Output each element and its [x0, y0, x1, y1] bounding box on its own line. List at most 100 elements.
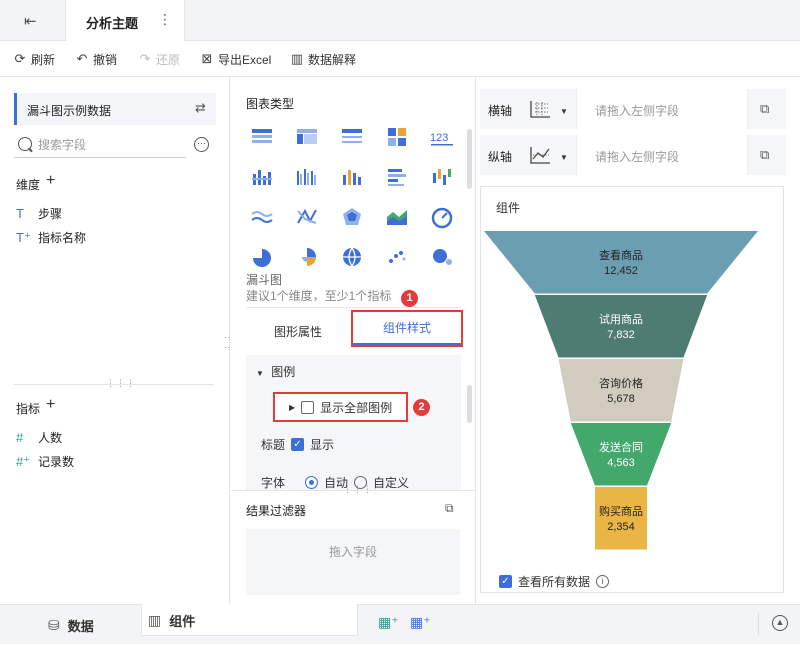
undo-button[interactable]: ↶ 撤销: [75, 50, 117, 68]
add-component-icon[interactable]: ▦⁺: [378, 614, 399, 631]
funnel-segment[interactable]: [595, 487, 647, 550]
tab-analysis-theme[interactable]: 分析主题 ⋮: [65, 0, 185, 41]
chart-type-label: 图表类型: [246, 97, 295, 111]
filter-drop-zone[interactable]: 拖入字段: [246, 529, 460, 595]
dimension-field[interactable]: T⁺ 指标名称: [16, 229, 86, 246]
tab-component-style[interactable]: 组件样式: [353, 312, 461, 345]
collapse-up-icon[interactable]: ▲: [772, 615, 788, 631]
cross-table-icon[interactable]: [295, 125, 319, 149]
funnel-segment[interactable]: [534, 295, 708, 358]
style-settings: ▼ 图例 ▶ 显示全部图例 2 标题 ✓ 显示 字体 自动 自定义: [246, 355, 461, 490]
funnel-segment[interactable]: [558, 359, 684, 422]
component-chart-icon: ▥: [148, 611, 162, 628]
collapse-icon: ▼: [256, 369, 264, 378]
style-scrollbar[interactable]: [467, 385, 472, 423]
detail-table-icon[interactable]: [340, 125, 364, 149]
text-field-icon: T: [16, 206, 24, 221]
refresh-button[interactable]: ⟳ 刷新: [13, 50, 55, 68]
radar-chart-icon[interactable]: [340, 205, 364, 229]
y-axis-icon[interactable]: [528, 145, 552, 165]
table-chart-icon[interactable]: [250, 125, 274, 149]
polyline-chart-icon[interactable]: [295, 205, 319, 229]
search-underline: [14, 157, 186, 158]
show-all-data-checkbox[interactable]: ✓: [499, 575, 512, 588]
config-tabs: 图形属性 组件样式: [246, 307, 463, 349]
show-all-legend-option[interactable]: ▶ 显示全部图例: [273, 392, 408, 422]
x-axis-settings-icon[interactable]: ⧉: [760, 101, 769, 117]
add-dashboard-icon[interactable]: ▦⁺: [410, 614, 431, 631]
area-chart-icon[interactable]: [385, 205, 409, 229]
funnel-segment[interactable]: [570, 423, 672, 486]
title-show-checkbox[interactable]: ✓: [291, 438, 305, 451]
bar-chart-icon[interactable]: [385, 165, 409, 189]
map-chart-icon[interactable]: [340, 245, 364, 269]
scatter-chart-icon[interactable]: [385, 245, 409, 269]
export-excel-button[interactable]: ⊠ 导出Excel: [200, 50, 272, 68]
more-icon[interactable]: ⋮: [158, 11, 172, 28]
search-input[interactable]: [38, 135, 184, 155]
y-axis-drop-zone[interactable]: 请拖入左侧字段: [576, 135, 748, 175]
stacked-bar-icon[interactable]: [250, 165, 274, 189]
measure-title: 指标: [16, 402, 41, 416]
funnel-segment[interactable]: [484, 231, 758, 294]
show-all-data-option[interactable]: ✓ 查看所有数据 i: [499, 573, 610, 590]
x-axis-label: 横轴: [488, 104, 513, 118]
number-card-icon[interactable]: 123: [430, 125, 454, 149]
show-all-legend-checkbox[interactable]: [301, 400, 315, 414]
excel-icon: ⊠: [201, 51, 213, 66]
measure-field[interactable]: #⁺ 记录数: [16, 453, 74, 470]
measure-field[interactable]: # 人数: [16, 429, 62, 446]
gauge-chart-icon[interactable]: [430, 205, 454, 229]
switch-dataset-icon[interactable]: ⇄: [195, 100, 206, 116]
database-icon: ⛁: [48, 616, 60, 633]
calculated-text-field-icon: T⁺: [16, 229, 31, 245]
toolbar: ⟳ 刷新 ↶ 撤销 ↷ 还原 ⊠ 导出Excel ▥ 数据解释: [0, 41, 800, 77]
y-axis-dropdown-icon[interactable]: ▼: [560, 153, 568, 162]
chart-card: 组件 查看商品 12,452 试用商品 7,832 咨询价格 5,678 发送合同 4,563…: [480, 186, 784, 593]
data-explain-button[interactable]: ▥ 数据解释: [290, 50, 356, 68]
x-axis-drop-zone[interactable]: 请拖入左侧字段: [576, 89, 748, 129]
dataset-selector[interactable]: 漏斗图示例数据 ⇄: [14, 93, 216, 125]
x-axis-icon[interactable]: [528, 99, 552, 119]
annotation-badge-1: 1: [401, 290, 418, 307]
x-axis-dropdown-icon[interactable]: ▼: [560, 107, 568, 116]
tab-graphic-properties[interactable]: 图形属性: [274, 323, 322, 340]
legend-section-header[interactable]: ▼ 图例: [256, 363, 295, 380]
add-measure-icon[interactable]: +: [46, 396, 55, 414]
rose-chart-icon[interactable]: [295, 245, 319, 269]
redo-button[interactable]: ↷ 还原: [138, 50, 180, 68]
calculated-number-field-icon: #⁺: [16, 453, 31, 469]
search-icon: [18, 137, 32, 151]
chart-explain-icon: ▥: [290, 51, 304, 66]
chart-type-scrollbar[interactable]: [467, 129, 472, 189]
y-axis-label: 纵轴: [488, 150, 513, 164]
dimension-field[interactable]: T 步骤: [16, 205, 62, 222]
result-filter-title: 结果过滤器: [246, 504, 307, 518]
pie-chart-icon[interactable]: [250, 245, 274, 269]
grouped-bar-icon[interactable]: [295, 165, 319, 189]
font-setting: 字体 自动 自定义: [261, 476, 410, 490]
number-field-icon: #: [16, 430, 24, 445]
data-tab[interactable]: ⛁ 数据: [48, 605, 94, 645]
tab-component-style-highlight: 组件样式: [351, 310, 463, 347]
column-chart-icon[interactable]: [340, 165, 364, 189]
font-auto-radio[interactable]: [305, 476, 319, 489]
y-axis-settings-icon[interactable]: ⧉: [760, 147, 769, 163]
title-setting: 标题 ✓ 显示: [261, 438, 335, 452]
selected-chart-name: 漏斗图: [246, 273, 283, 287]
panel-resize-handle[interactable]: ⋮⋮⋮: [343, 484, 373, 495]
kpi-card-icon[interactable]: [385, 125, 409, 149]
range-bar-icon[interactable]: [430, 165, 454, 189]
data-panel: 漏斗图示例数据 ⇄ ··· 维度 + T 步骤 T⁺ 指标名称 ⋮⋮⋮ 指标 +…: [0, 77, 230, 604]
dataset-title: 漏斗图示例数据: [27, 104, 112, 118]
x-axis-row: 横轴 ▼ 请拖入左侧字段 ⧉: [480, 89, 786, 129]
bubble-chart-icon[interactable]: [430, 245, 454, 269]
more-options-icon[interactable]: ···: [194, 137, 209, 152]
funnel-value-label: 7,832: [607, 329, 635, 341]
component-tab[interactable]: ▥ 组件: [148, 605, 195, 635]
exit-icon[interactable]: ⇤: [24, 12, 42, 30]
add-dimension-icon[interactable]: +: [46, 172, 55, 190]
info-icon[interactable]: i: [596, 575, 610, 588]
line-chart-icon[interactable]: [250, 205, 274, 229]
filter-settings-icon[interactable]: ⧉: [445, 501, 454, 516]
